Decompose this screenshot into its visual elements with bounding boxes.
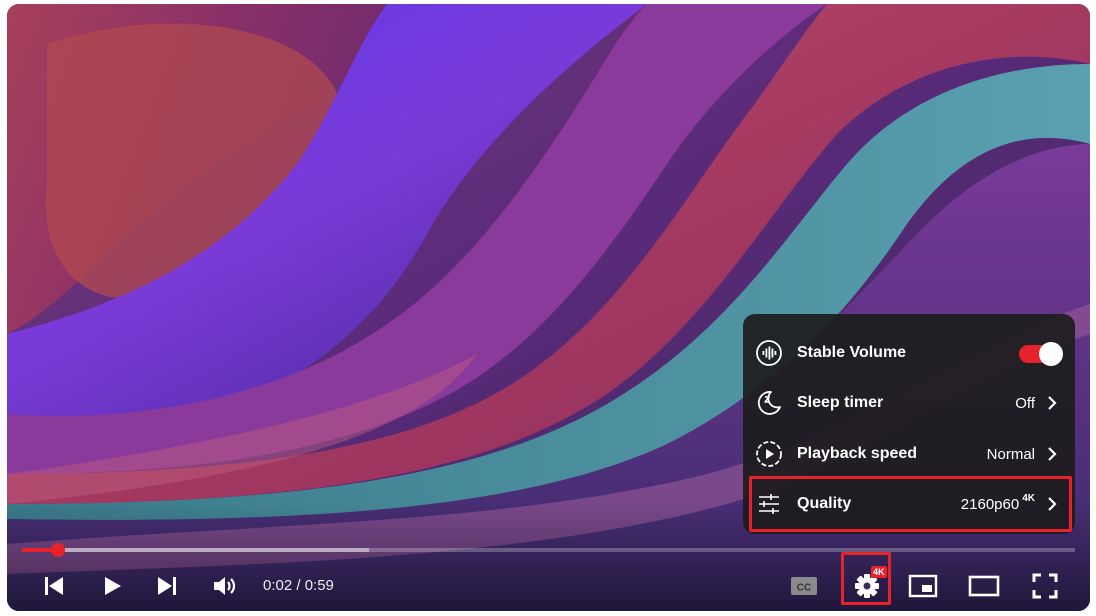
volume-button[interactable]	[207, 562, 243, 610]
toggle-knob	[1039, 342, 1063, 366]
theater-mode-button[interactable]	[964, 562, 1004, 610]
settings-menu: Stable Volume Sleep timer Off Playback s…	[743, 314, 1075, 534]
skip-previous-icon	[45, 577, 63, 595]
menu-item-label: Playback speed	[797, 445, 918, 462]
chevron-right-icon	[1048, 396, 1057, 410]
progress-buffered	[22, 548, 370, 552]
video-player[interactable]: Stable Volume Sleep timer Off Playback s…	[7, 4, 1090, 611]
progress-scrubber[interactable]	[50, 543, 65, 557]
play-icon	[105, 577, 121, 595]
menu-item-stable-volume[interactable]: Stable Volume	[743, 328, 1075, 378]
playback-speed-icon	[756, 441, 782, 467]
menu-item-label: Sleep timer	[797, 394, 884, 411]
skip-next-icon	[158, 577, 176, 595]
sleep-timer-icon	[757, 391, 781, 415]
time-display: 0:02 / 0:59	[263, 577, 334, 594]
miniplayer-button[interactable]	[905, 562, 941, 610]
miniplayer-icon	[908, 574, 938, 598]
chevron-right-icon	[1048, 447, 1057, 461]
fullscreen-button[interactable]	[1027, 562, 1063, 610]
theater-mode-icon	[968, 575, 1000, 597]
menu-item-value: Off	[1015, 394, 1035, 412]
next-button[interactable]	[150, 562, 184, 610]
closed-captions-icon: CC	[791, 577, 817, 595]
volume-icon	[214, 577, 236, 595]
menu-item-label: Stable Volume	[797, 344, 907, 361]
play-button[interactable]	[95, 562, 129, 610]
quality-highlight-box	[749, 476, 1072, 532]
waveform-icon	[756, 340, 782, 366]
previous-button[interactable]	[37, 562, 71, 610]
stable-volume-toggle[interactable]	[1017, 342, 1063, 366]
menu-item-sleep-timer[interactable]: Sleep timer Off	[743, 378, 1075, 428]
captions-button[interactable]: CC	[786, 562, 822, 610]
svg-text:CC: CC	[797, 583, 811, 594]
menu-item-value: Normal	[986, 445, 1035, 463]
settings-highlight-box	[841, 552, 891, 605]
progress-bar[interactable]	[22, 543, 1075, 557]
menu-item-playback-speed[interactable]: Playback speed Normal	[743, 429, 1075, 479]
fullscreen-icon	[1032, 573, 1058, 599]
